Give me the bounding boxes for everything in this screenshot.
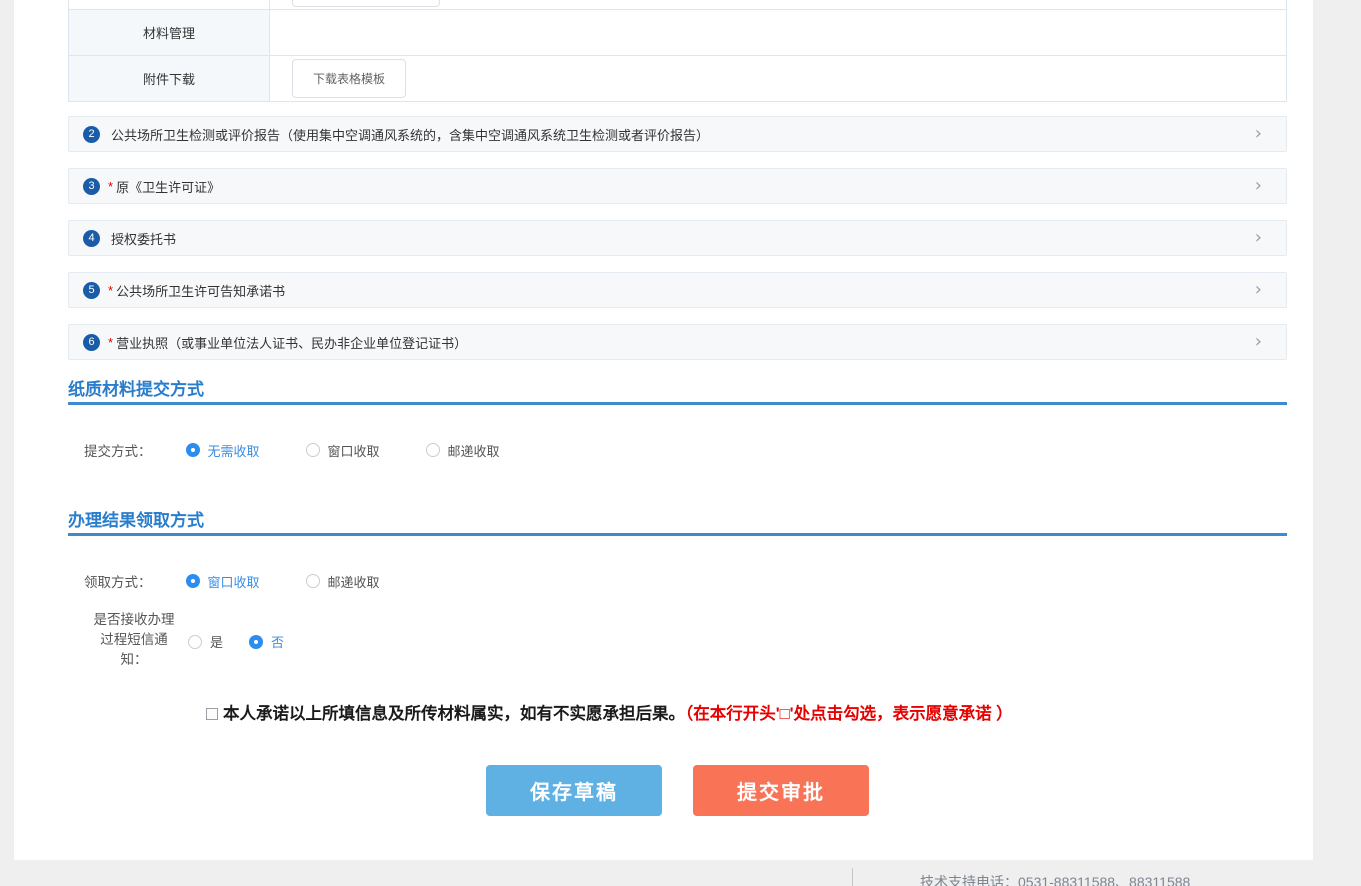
radio-label[interactable]: 无需收取 <box>208 441 260 460</box>
radio-selected-icon[interactable] <box>249 635 263 649</box>
required-mark: * <box>108 179 113 194</box>
sms-notify-label: 是否接收办理过程短信通知： <box>90 610 178 670</box>
promise-row: 本人承诺以上所填信息及所传材料属实，如有不实愿承担后果。（在本行开头'□'处点击… <box>206 703 1013 725</box>
radio-option-window-pickup[interactable]: 窗口收取 <box>186 572 260 591</box>
radio-label[interactable]: 否 <box>271 632 284 651</box>
radio-label[interactable]: 邮递收取 <box>328 572 380 591</box>
radio-option-mail-pickup[interactable]: 邮递收取 <box>306 572 380 591</box>
radio-option-mail-collect[interactable]: 邮递收取 <box>426 441 500 460</box>
chevron-right-icon[interactable]: › <box>1255 333 1272 351</box>
content-card: 材料管理 附件下载 下载表格模板 2 公共场所卫生检测或评价报告（使用集中空调通… <box>14 0 1313 860</box>
submit-approval-button[interactable]: 提交审批 <box>693 765 869 816</box>
row-content: 下载表格模板 <box>270 56 1286 101</box>
tech-support-phone: 技术支持电话：0531-88311588、88311588 <box>920 872 1190 886</box>
page: 材料管理 附件下载 下载表格模板 2 公共场所卫生检测或评价报告（使用集中空调通… <box>0 0 1361 886</box>
attachment-item-5[interactable]: 5 * 公共场所卫生许可告知承诺书 › <box>68 272 1287 308</box>
section-title-result-pickup: 办理结果领取方式 <box>68 506 204 531</box>
materials-table: 材料管理 附件下载 下载表格模板 <box>68 0 1287 102</box>
download-template-button[interactable]: 下载表格模板 <box>292 59 406 98</box>
radio-unselected-icon[interactable] <box>426 443 440 457</box>
row-content <box>270 10 1286 55</box>
radio-label[interactable]: 窗口收取 <box>208 572 260 591</box>
radio-option-no-collect[interactable]: 无需收取 <box>186 441 260 460</box>
field-label: 领取方式： <box>84 571 152 591</box>
chevron-right-icon[interactable]: › <box>1255 229 1272 247</box>
section-underline <box>68 402 1287 405</box>
row-label: 材料管理 <box>69 10 270 55</box>
item-number-badge: 6 <box>83 334 100 351</box>
attachment-title: 授权委托书 <box>111 229 176 248</box>
promise-checkbox[interactable] <box>206 708 218 720</box>
required-mark: * <box>108 283 113 298</box>
chevron-right-icon[interactable]: › <box>1255 177 1272 195</box>
attachment-item-6[interactable]: 6 * 营业执照（或事业单位法人证书、民办非企业单位登记证书） › <box>68 324 1287 360</box>
radio-option-window-collect[interactable]: 窗口收取 <box>306 441 380 460</box>
attachment-item-2[interactable]: 2 公共场所卫生检测或评价报告（使用集中空调通风系统的，含集中空调通风系统卫生检… <box>68 116 1287 152</box>
table-row-attachment-download: 附件下载 下载表格模板 <box>68 56 1287 102</box>
radio-option-sms-no[interactable]: 否 <box>249 632 284 651</box>
table-row-material-manage: 材料管理 <box>68 10 1287 56</box>
promise-text-red: （在本行开头'□'处点击勾选，表示愿意承诺 ） <box>685 705 1013 723</box>
item-number-badge: 5 <box>83 282 100 299</box>
table-row-partial <box>68 0 1287 10</box>
attachment-title: 营业执照（或事业单位法人证书、民办非企业单位登记证书） <box>116 333 467 352</box>
item-number-badge: 3 <box>83 178 100 195</box>
radio-label[interactable]: 邮递收取 <box>448 441 500 460</box>
radio-unselected-icon[interactable] <box>188 635 202 649</box>
promise-text: 本人承诺以上所填信息及所传材料属实，如有不实愿承担后果。（在本行开头'□'处点击… <box>223 703 1013 725</box>
chevron-right-icon[interactable]: › <box>1255 125 1272 143</box>
attachment-title: 公共场所卫生许可告知承诺书 <box>116 281 285 300</box>
radio-unselected-icon[interactable] <box>306 574 320 588</box>
row-label: 附件下载 <box>69 56 270 101</box>
attachment-title: 公共场所卫生检测或评价报告（使用集中空调通风系统的，含集中空调通风系统卫生检测或… <box>111 125 709 144</box>
footer: 技术支持电话：0531-88311588、88311588 <box>0 860 1361 886</box>
attachment-title: 原《卫生许可证》 <box>116 177 220 196</box>
footer-divider <box>852 868 853 886</box>
section-title-paper-submission: 纸质材料提交方式 <box>68 375 204 400</box>
radio-label[interactable]: 是 <box>210 632 223 651</box>
pickup-method-row: 领取方式： 窗口收取 邮递收取 <box>84 571 380 591</box>
radio-label[interactable]: 窗口收取 <box>328 441 380 460</box>
attachment-item-4[interactable]: 4 授权委托书 › <box>68 220 1287 256</box>
attachment-item-3[interactable]: 3 * 原《卫生许可证》 › <box>68 168 1287 204</box>
sms-notify-row: 是 否 <box>188 632 284 651</box>
radio-selected-icon[interactable] <box>186 443 200 457</box>
item-number-badge: 4 <box>83 230 100 247</box>
radio-unselected-icon[interactable] <box>306 443 320 457</box>
radio-option-sms-yes[interactable]: 是 <box>188 632 223 651</box>
promise-text-black: 本人承诺以上所填信息及所传材料属实，如有不实愿承担后果。 <box>223 705 685 723</box>
radio-selected-icon[interactable] <box>186 574 200 588</box>
save-draft-button[interactable]: 保存草稿 <box>486 765 662 816</box>
section-underline <box>68 533 1287 536</box>
submission-method-row: 提交方式： 无需收取 窗口收取 邮递收取 <box>84 440 500 460</box>
cutoff-button-fragment[interactable] <box>292 0 440 7</box>
item-number-badge: 2 <box>83 126 100 143</box>
required-mark: * <box>108 335 113 350</box>
table-cell <box>69 0 270 9</box>
chevron-right-icon[interactable]: › <box>1255 281 1272 299</box>
field-label: 提交方式： <box>84 440 152 460</box>
